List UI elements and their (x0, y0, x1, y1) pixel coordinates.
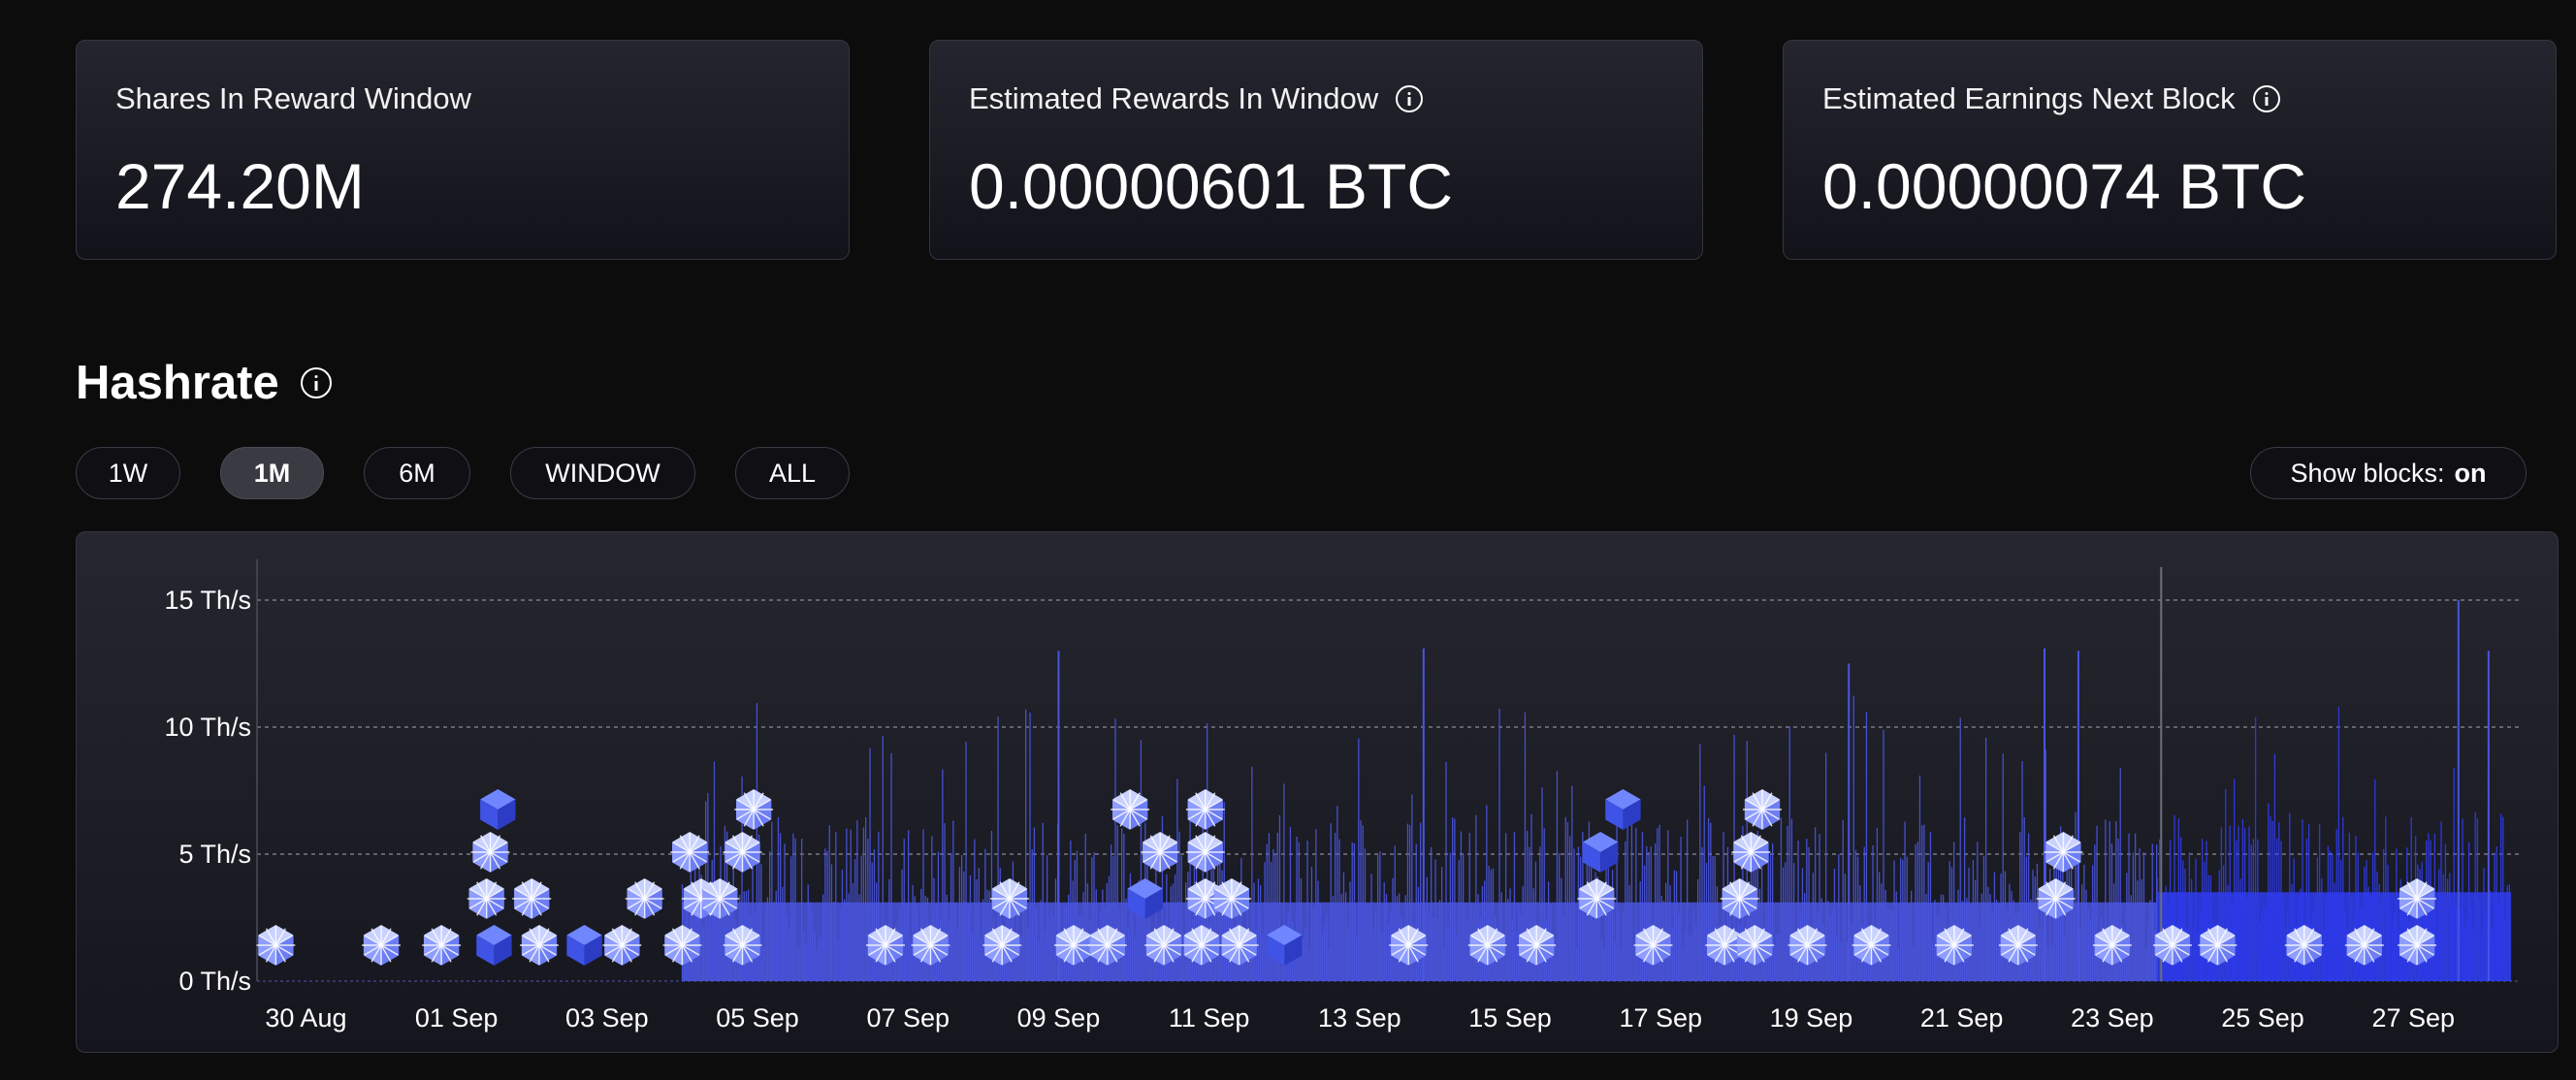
hashrate-chart: 0 Th/s 5 Th/s 10 Th/s 15 Th/s 30 Aug 01 Sep 03… (164, 559, 2521, 1032)
block-marker[interactable] (723, 832, 762, 873)
range-button-1w[interactable]: 1W (76, 447, 180, 499)
x-tick-label: 11 Sep (1169, 1003, 1250, 1032)
found-block-marker[interactable] (1605, 789, 1641, 830)
rewards-label-row: Estimated Rewards In Window (969, 81, 1424, 116)
info-icon[interactable] (1396, 85, 1424, 112)
show-blocks-toggle[interactable]: Show blocks: on (2250, 447, 2527, 499)
hashrate-heading: Hashrate (76, 356, 332, 410)
earnings-label: Estimated Earnings Next Block (1822, 81, 2236, 115)
show-blocks-state: on (2454, 458, 2487, 488)
found-block-marker[interactable] (476, 925, 512, 966)
x-tick-label: 21 Sep (1920, 1003, 2004, 1032)
info-icon[interactable] (300, 367, 332, 398)
info-icon[interactable] (2252, 85, 2280, 112)
x-tick-label: 17 Sep (1619, 1003, 1702, 1032)
x-tick-label: 07 Sep (866, 1003, 950, 1032)
shares-card: Shares In Reward Window 274.20M (76, 40, 850, 260)
rewards-value: 0.00000601 BTC (969, 150, 1454, 222)
y-tick-label: 5 Th/s (178, 840, 251, 869)
block-marker[interactable] (602, 925, 642, 966)
block-marker[interactable] (362, 925, 401, 966)
x-tick-label: 23 Sep (2071, 1003, 2154, 1032)
x-tick-label: 03 Sep (565, 1003, 649, 1032)
shares-value: 274.20M (115, 150, 365, 222)
x-tick-label: 27 Sep (2371, 1003, 2455, 1032)
block-marker[interactable] (2044, 832, 2083, 873)
block-marker[interactable] (1185, 789, 1225, 830)
block-marker[interactable] (467, 878, 506, 919)
block-marker[interactable] (470, 832, 510, 873)
found-block-marker[interactable] (566, 925, 602, 966)
x-tick-label: 19 Sep (1770, 1003, 1853, 1032)
shares-label-row: Shares In Reward Window (115, 81, 471, 116)
x-tick-label: 01 Sep (415, 1003, 499, 1032)
block-marker[interactable] (1111, 789, 1150, 830)
x-tick-label: 15 Sep (1468, 1003, 1552, 1032)
shares-label: Shares In Reward Window (115, 81, 471, 115)
earnings-value: 0.00000074 BTC (1822, 150, 2307, 222)
block-marker[interactable] (256, 925, 296, 966)
x-tick-label: 09 Sep (1017, 1003, 1101, 1032)
y-tick-label: 10 Th/s (164, 713, 251, 742)
block-marker[interactable] (1731, 832, 1771, 873)
hashrate-chart-panel: 0 Th/s 5 Th/s 10 Th/s 15 Th/s 30 Aug 01 Sep 03… (76, 531, 2559, 1053)
block-marker[interactable] (734, 789, 774, 830)
x-tick-label: 13 Sep (1318, 1003, 1401, 1032)
x-tick-label: 30 Aug (265, 1003, 346, 1032)
block-marker[interactable] (512, 878, 552, 919)
found-block-marker[interactable] (480, 789, 516, 830)
block-marker[interactable] (625, 878, 664, 919)
x-tick-label: 05 Sep (716, 1003, 799, 1032)
y-tick-label: 0 Th/s (178, 967, 251, 996)
y-tick-label: 15 Th/s (164, 586, 251, 615)
earnings-card: Estimated Earnings Next Block 0.00000074… (1783, 40, 2557, 260)
rewards-label: Estimated Rewards In Window (969, 81, 1379, 115)
hashrate-title: Hashrate (76, 357, 279, 409)
show-blocks-label: Show blocks: (2290, 458, 2445, 488)
block-marker[interactable] (1141, 832, 1180, 873)
block-marker[interactable] (520, 925, 559, 966)
block-marker[interactable] (670, 832, 710, 873)
block-marker[interactable] (422, 925, 462, 966)
block-marker[interactable] (1185, 832, 1225, 873)
rewards-card: Estimated Rewards In Window 0.00000601 B… (929, 40, 1703, 260)
range-button-1m[interactable]: 1M (220, 447, 324, 499)
x-tick-label: 25 Sep (2221, 1003, 2304, 1032)
earnings-label-row: Estimated Earnings Next Block (1822, 81, 2280, 116)
range-button-window[interactable]: WINDOW (510, 447, 695, 499)
found-block-marker[interactable] (1582, 832, 1619, 873)
range-button-6m[interactable]: 6M (364, 447, 470, 499)
block-marker[interactable] (1743, 789, 1782, 830)
range-button-all[interactable]: ALL (735, 447, 850, 499)
